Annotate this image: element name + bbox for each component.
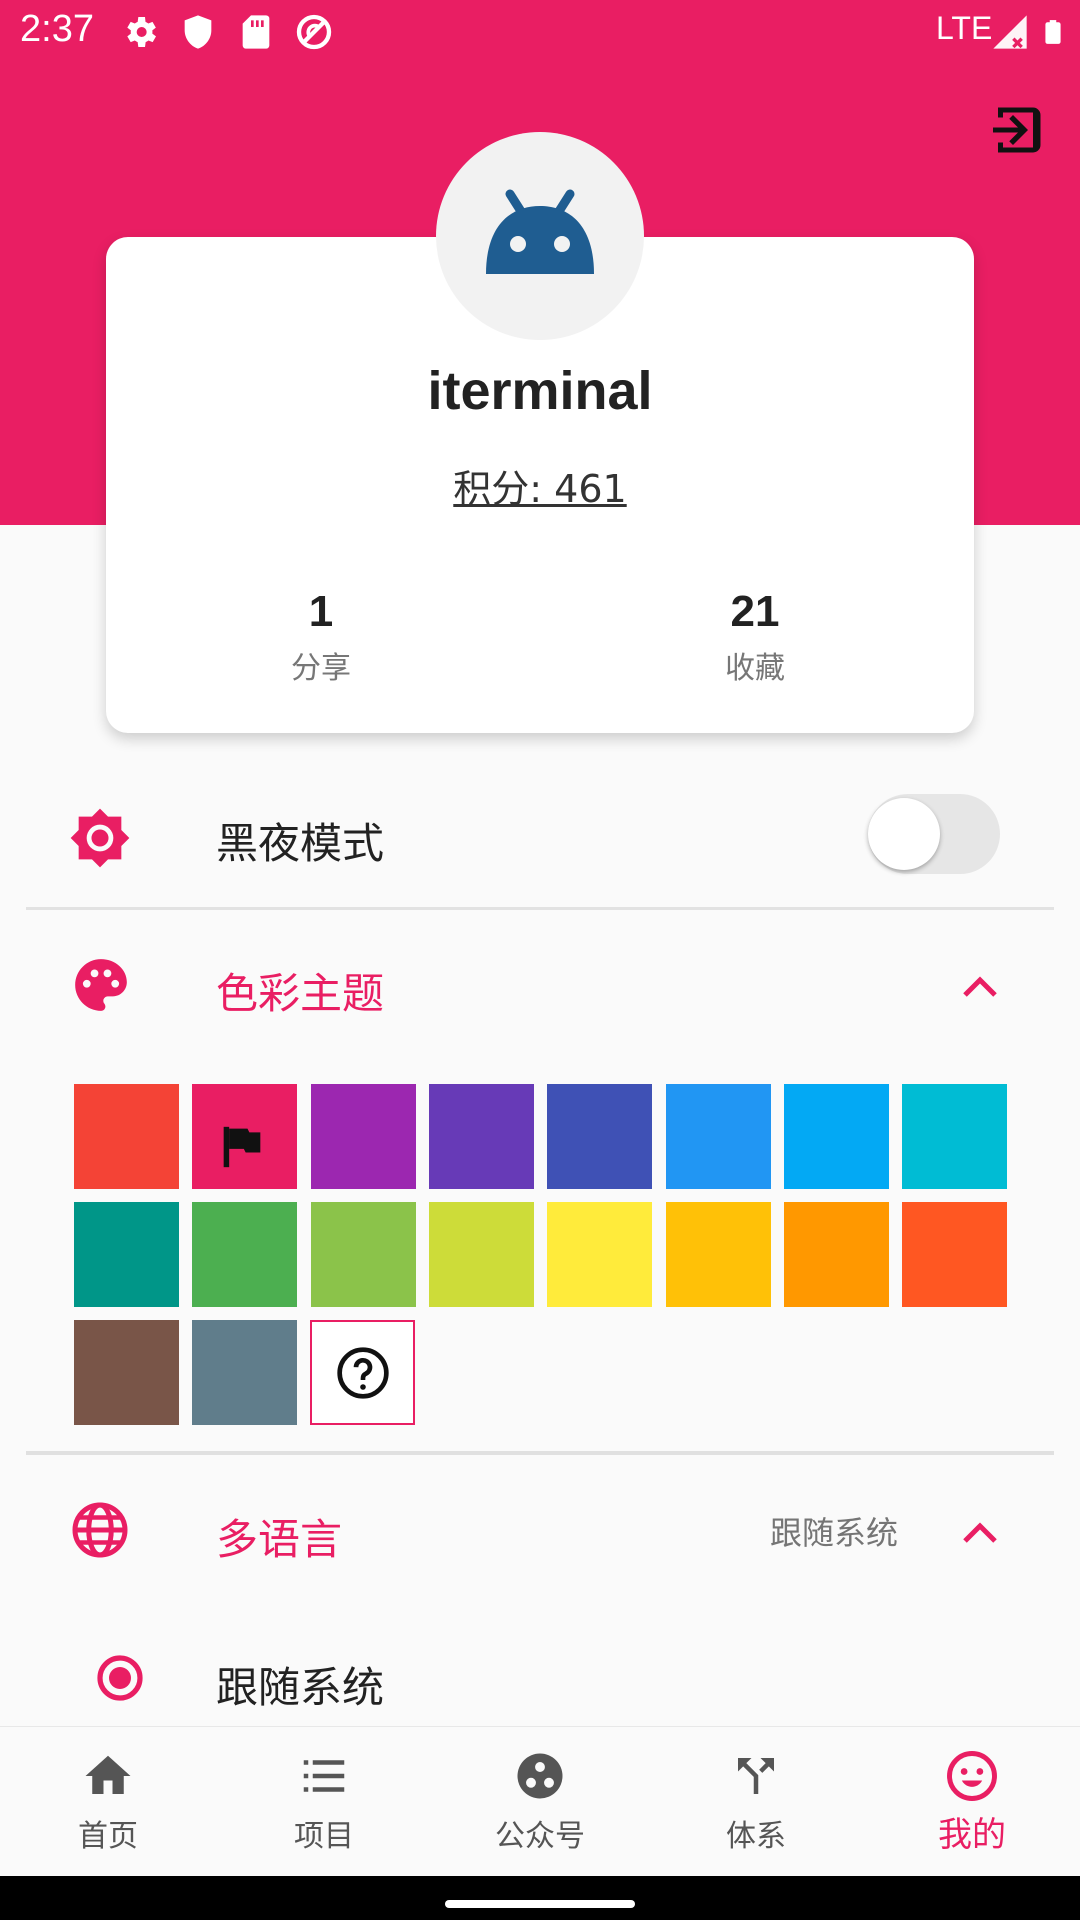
- color-swatch[interactable]: [74, 1084, 179, 1189]
- divider: [26, 1451, 1054, 1455]
- color-swatch[interactable]: [665, 1084, 771, 1189]
- custom-color-button[interactable]: [310, 1320, 415, 1425]
- color-swatch[interactable]: [547, 1084, 653, 1189]
- palette-icon: [75, 959, 127, 1011]
- home-icon: [85, 1755, 131, 1794]
- points-link[interactable]: 积分: 461: [0, 458, 1080, 513]
- exit-to-app-icon: [993, 107, 1041, 153]
- stat-shares[interactable]: 1 分享: [171, 587, 471, 687]
- system-navigation-bar: [0, 1876, 1080, 1920]
- smiley-icon: [947, 1751, 997, 1801]
- sd-card-icon: [242, 15, 270, 49]
- system-fork-icon: [738, 1758, 774, 1794]
- language-option-label: 跟随系统: [216, 1663, 385, 1712]
- color-theme-label: 色彩主题: [216, 969, 385, 1018]
- language-label: 多语言: [216, 1515, 343, 1564]
- chevron-up-icon[interactable]: [960, 968, 1000, 1002]
- status-notification-icons: [120, 12, 334, 52]
- help-circle-icon: [336, 1346, 389, 1399]
- color-swatch[interactable]: [310, 1202, 416, 1307]
- color-swatch[interactable]: [192, 1320, 298, 1425]
- nav-item-mine[interactable]: 我的: [864, 1727, 1080, 1877]
- home-gesture-handle[interactable]: [445, 1900, 635, 1908]
- selected-flag-icon: [223, 1126, 261, 1168]
- settings-gear-icon: [127, 17, 156, 47]
- chevron-up-icon[interactable]: [960, 1514, 1000, 1548]
- blocked-sync-icon: [296, 14, 332, 50]
- dark-mode-switch[interactable]: [868, 794, 1000, 874]
- public-account-icon: [517, 1753, 563, 1799]
- list-icon: [303, 1760, 345, 1792]
- stat-shares-label: 分享: [291, 651, 351, 686]
- color-swatch[interactable]: [74, 1320, 179, 1425]
- color-swatch[interactable]: [192, 1202, 298, 1307]
- avatar[interactable]: [436, 132, 644, 340]
- stat-shares-count: 1: [308, 587, 334, 636]
- nav-label-projects: 项目: [294, 1819, 354, 1854]
- globe-icon: [72, 1502, 128, 1558]
- color-swatch[interactable]: [902, 1084, 1008, 1189]
- bottom-navigation: 首页 项目 公众号 体系 我的: [0, 1726, 1080, 1877]
- battery-icon: [1045, 20, 1061, 44]
- color-swatch[interactable]: [192, 1084, 298, 1189]
- color-swatch[interactable]: [665, 1202, 771, 1307]
- logout-button[interactable]: [980, 92, 1056, 168]
- color-swatch[interactable]: [428, 1202, 534, 1307]
- stat-favorites-label: 收藏: [725, 651, 785, 686]
- nav-item-public-accounts[interactable]: 公众号: [432, 1727, 648, 1877]
- color-swatch[interactable]: [310, 1084, 416, 1189]
- radio-selected-icon[interactable]: [96, 1654, 144, 1702]
- nav-label-public-accounts: 公众号: [495, 1819, 585, 1854]
- status-bar: 2:37 LTE: [0, 0, 1080, 64]
- network-type: LTE: [936, 10, 993, 46]
- nav-item-system[interactable]: 体系: [648, 1727, 864, 1877]
- color-swatch[interactable]: [547, 1202, 653, 1307]
- android-robot-icon: [486, 189, 594, 274]
- stat-favorites-count: 21: [730, 587, 780, 636]
- language-current-value: 跟随系统: [770, 1514, 899, 1552]
- dark-mode-label: 黑夜模式: [216, 819, 385, 868]
- username: iterminal: [427, 361, 653, 421]
- nav-item-projects[interactable]: 项目: [216, 1727, 432, 1877]
- color-swatch[interactable]: [783, 1084, 889, 1189]
- color-swatch[interactable]: [783, 1202, 889, 1307]
- nav-label-system: 体系: [726, 1819, 786, 1854]
- color-swatch[interactable]: [902, 1202, 1008, 1307]
- divider: [26, 907, 1054, 910]
- nav-label-mine: 我的: [938, 1815, 1006, 1855]
- brightness-icon: [70, 808, 130, 868]
- color-swatch[interactable]: [74, 1202, 179, 1307]
- color-swatch[interactable]: [428, 1084, 534, 1189]
- status-system-icons: [990, 12, 1066, 52]
- status-time: 2:37: [20, 8, 94, 50]
- stat-favorites[interactable]: 21 收藏: [605, 587, 905, 687]
- signal-icon: [993, 15, 1027, 49]
- nav-label-home: 首页: [78, 1819, 138, 1854]
- shield-icon: [184, 15, 212, 49]
- nav-item-home[interactable]: 首页: [0, 1727, 216, 1877]
- switch-thumb: [868, 798, 940, 870]
